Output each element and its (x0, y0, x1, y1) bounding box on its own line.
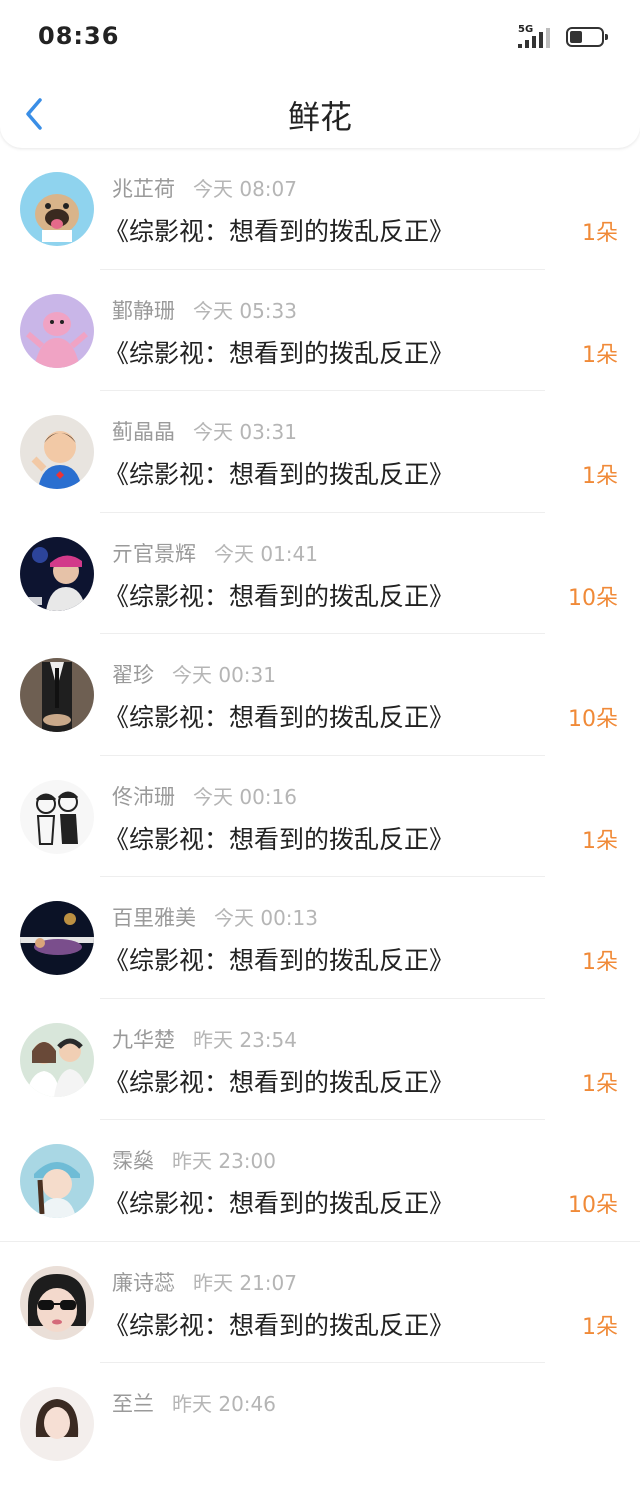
couple-avatar[interactable] (20, 1022, 94, 1097)
flower-list: 兆芷荷 今天 08:07 《综影视：想看到的拨乱反正》 1朵 鄞静珊 今天 05:3… (0, 148, 640, 1485)
sunglasses-avatar[interactable] (20, 1265, 94, 1340)
battery-icon (566, 27, 608, 47)
list-item[interactable]: 廉诗蕊 昨天 21:07 《综影视：想看到的拨乱反正》 1朵 (0, 1242, 640, 1363)
send-time: 今天 08:07 (193, 177, 297, 201)
dog-avatar[interactable] (20, 172, 94, 246)
send-time: 今天 01:41 (214, 541, 318, 566)
list-item[interactable]: 九华楚 昨天 23:54 《综影视：想看到的拨乱反正》 1朵 (0, 999, 640, 1120)
status-time: 08:36 (38, 22, 120, 50)
sender-name: 鄞静珊 今天 05:33 (112, 298, 297, 323)
send-time: 今天 00:31 (172, 663, 276, 687)
suit-avatar[interactable] (20, 658, 94, 732)
send-time: 今天 00:16 (193, 784, 297, 809)
sender-name: 亓官景辉 今天 01:41 (112, 541, 318, 566)
flower-count: 1朵 (582, 1071, 618, 1097)
flower-count: 1朵 (582, 221, 618, 246)
sender-name: 佟沛珊 今天 00:16 (112, 784, 297, 809)
send-time: 今天 00:13 (214, 906, 318, 930)
work-title: 《综影视：想看到的拨乱反正》 (104, 217, 455, 246)
woman-avatar[interactable] (20, 1387, 94, 1461)
send-time: 昨天 20:46 (172, 1392, 276, 1416)
work-title: 《综影视：想看到的拨乱反正》 (104, 703, 455, 732)
send-time: 今天 03:31 (193, 420, 297, 444)
concert-avatar[interactable] (20, 536, 94, 611)
flower-count: 1朵 (582, 342, 618, 368)
status-icons: 5G (518, 24, 608, 50)
list-item[interactable]: 蓟晶晶 今天 03:31 《综影视：想看到的拨乱反正》 1朵 (0, 391, 640, 513)
work-title: 《综影视：想看到的拨乱反正》 (104, 1189, 455, 1218)
sender-name: 九华楚 昨天 23:54 (112, 1027, 297, 1052)
list-item[interactable]: 霂燊 昨天 23:00 《综影视：想看到的拨乱反正》 10朵 (0, 1120, 640, 1242)
page-title: 鲜花 (287, 98, 352, 136)
work-title: 《综影视：想看到的拨乱反正》 (104, 946, 455, 975)
flower-count: 1朵 (582, 950, 618, 975)
flower-count: 10朵 (568, 585, 618, 611)
flower-count: 1朵 (582, 464, 618, 489)
flower-count: 10朵 (568, 707, 618, 732)
network-label: 5G (518, 24, 534, 35)
work-title: 《综影视：想看到的拨乱反正》 (104, 581, 455, 611)
sender-name: 蓟晶晶 今天 03:31 (112, 420, 297, 444)
girl-cap-avatar[interactable] (20, 1144, 94, 1218)
pink-panther-avatar[interactable] (20, 293, 94, 368)
sender-name: 百里雅美 今天 00:13 (112, 906, 318, 930)
sender-name: 兆芷荷 今天 08:07 (112, 177, 297, 201)
work-title: 《综影视：想看到的拨乱反正》 (104, 338, 455, 368)
signal-icon: 5G (518, 24, 556, 50)
work-title: 《综影视：想看到的拨乱反正》 (104, 1067, 455, 1097)
night-avatar[interactable] (20, 901, 94, 975)
send-time: 今天 05:33 (193, 298, 297, 323)
list-item[interactable]: 兆芷荷 今天 08:07 《综影视：想看到的拨乱反正》 1朵 (0, 148, 640, 270)
send-time: 昨天 21:07 (193, 1270, 297, 1295)
flower-count: 1朵 (582, 828, 618, 854)
child-avatar[interactable] (20, 415, 94, 489)
sender-name: 翟珍 今天 00:31 (112, 663, 276, 687)
list-item[interactable]: 至兰 昨天 20:46 (0, 1363, 640, 1485)
list-item[interactable]: 亓官景辉 今天 01:41 《综影视：想看到的拨乱反正》 10朵 (0, 513, 640, 634)
flower-count: 1朵 (582, 1314, 618, 1340)
list-item[interactable]: 鄞静珊 今天 05:33 《综影视：想看到的拨乱反正》 1朵 (0, 270, 640, 391)
work-title: 《综影视：想看到的拨乱反正》 (104, 1310, 455, 1340)
work-title: 《综影视：想看到的拨乱反正》 (104, 460, 455, 489)
work-title: 《综影视：想看到的拨乱反正》 (104, 824, 455, 854)
send-time: 昨天 23:54 (193, 1027, 297, 1052)
sender-name: 霂燊 昨天 23:00 (112, 1149, 276, 1173)
top-bar: 08:36 5G 鲜花 (0, 0, 640, 148)
list-item[interactable]: 翟珍 今天 00:31 《综影视：想看到的拨乱反正》 10朵 (0, 634, 640, 756)
list-item[interactable]: 百里雅美 今天 00:13 《综影视：想看到的拨乱反正》 1朵 (0, 877, 640, 999)
list-item[interactable]: 佟沛珊 今天 00:16 《综影视：想看到的拨乱反正》 1朵 (0, 756, 640, 877)
sender-name: 至兰 昨天 20:46 (112, 1392, 276, 1416)
send-time: 昨天 23:00 (172, 1149, 276, 1173)
sender-name: 廉诗蕊 昨天 21:07 (112, 1270, 297, 1295)
flower-count: 10朵 (568, 1193, 618, 1218)
manga-avatar[interactable] (20, 779, 94, 854)
